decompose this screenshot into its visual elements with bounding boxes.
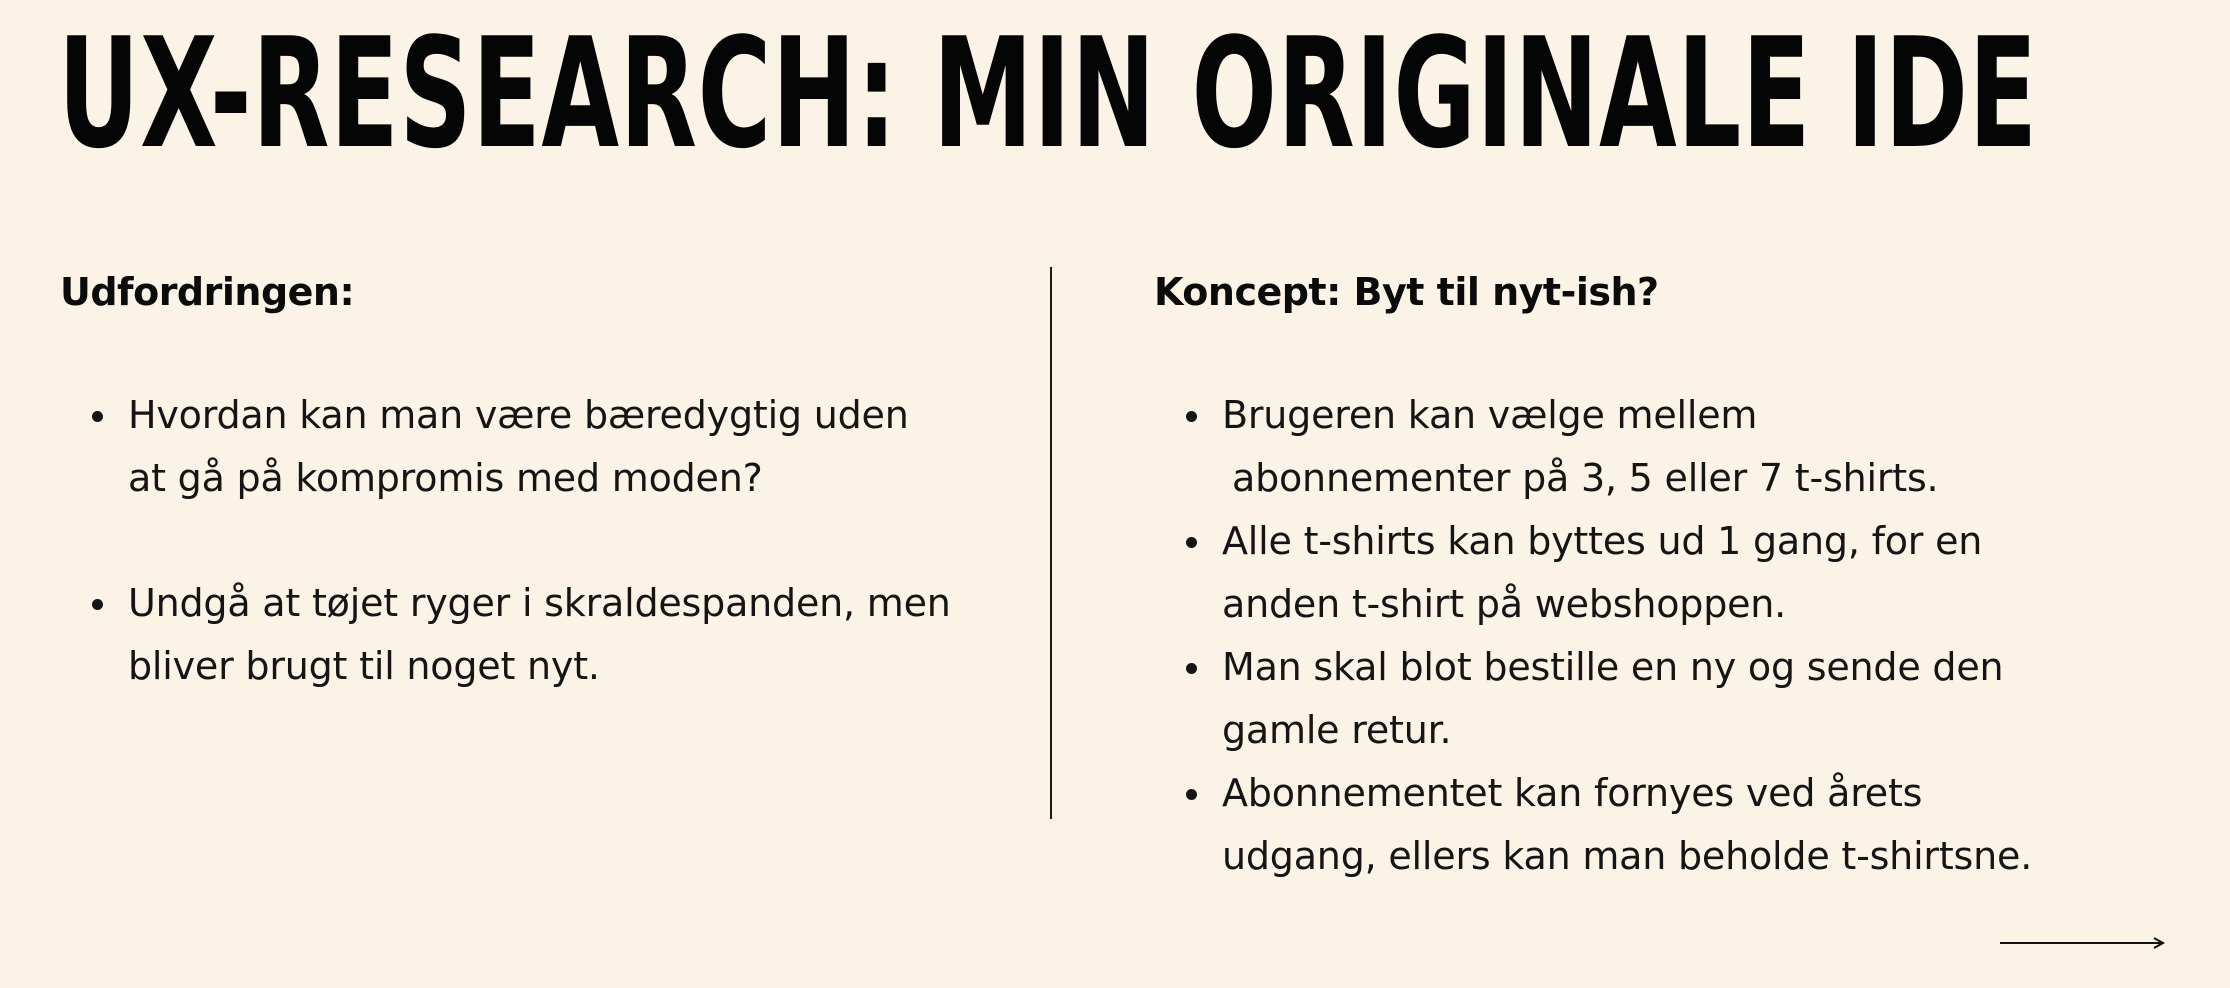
list-item-line: Alle t-shirts kan byttes ud 1 gang, for … bbox=[1222, 519, 1983, 563]
challenge-column: Udfordringen: Hvordan kan man være bæred… bbox=[60, 268, 1020, 760]
list-item: Brugeren kan vælge mellem abonnementer p… bbox=[1154, 384, 2154, 510]
bullet-icon bbox=[92, 411, 103, 422]
concept-heading: Koncept: Byt til nyt-ish? bbox=[1154, 270, 1659, 314]
list-item: Alle t-shirts kan byttes ud 1 gang, for … bbox=[1154, 510, 2154, 636]
bullet-icon bbox=[1186, 411, 1197, 422]
concept-column: Koncept: Byt til nyt-ish? Brugeren kan v… bbox=[1154, 268, 2154, 888]
list-item-line: anden t-shirt på webshoppen. bbox=[1222, 582, 1787, 626]
list-item-line: bliver brugt til noget nyt. bbox=[128, 644, 600, 688]
bullet-icon bbox=[1186, 789, 1197, 800]
challenge-list: Hvordan kan man være bæredygtig uden at … bbox=[60, 384, 1020, 698]
list-item: Man skal blot bestille en ny og sende de… bbox=[1154, 636, 2154, 762]
list-item-line: gamle retur. bbox=[1222, 708, 1452, 752]
page-title: UX-RESEARCH: MIN ORIGINALE IDE bbox=[58, 5, 2038, 182]
list-item: Hvordan kan man være bæredygtig uden at … bbox=[60, 384, 1020, 510]
list-item-line: abonnementer på 3, 5 eller 7 t-shirts. bbox=[1232, 456, 1939, 500]
bullet-icon bbox=[1186, 537, 1197, 548]
bullet-icon bbox=[1186, 663, 1197, 674]
list-item-line: Abonnementet kan fornyes ved årets bbox=[1222, 771, 1923, 815]
concept-list: Brugeren kan vælge mellem abonnementer p… bbox=[1154, 384, 2154, 888]
list-item-line: Undgå at tøjet ryger i skraldespanden, m… bbox=[128, 581, 951, 625]
challenge-heading: Udfordringen: bbox=[60, 270, 355, 314]
list-item: Abonnementet kan fornyes ved årets udgan… bbox=[1154, 762, 2154, 888]
list-item: Undgå at tøjet ryger i skraldespanden, m… bbox=[60, 572, 1020, 698]
column-divider bbox=[1050, 267, 1052, 819]
list-item-line: Man skal blot bestille en ny og sende de… bbox=[1222, 645, 2004, 689]
list-item-line: udgang, ellers kan man beholde t-shirtsn… bbox=[1222, 834, 2033, 878]
bullet-icon bbox=[92, 599, 103, 610]
arrow-right-icon[interactable] bbox=[2000, 936, 2166, 950]
list-item-line: Hvordan kan man være bæredygtig uden bbox=[128, 393, 909, 437]
list-item-line: Brugeren kan vælge mellem bbox=[1222, 393, 1758, 437]
list-item-line: at gå på kompromis med moden? bbox=[128, 456, 763, 500]
